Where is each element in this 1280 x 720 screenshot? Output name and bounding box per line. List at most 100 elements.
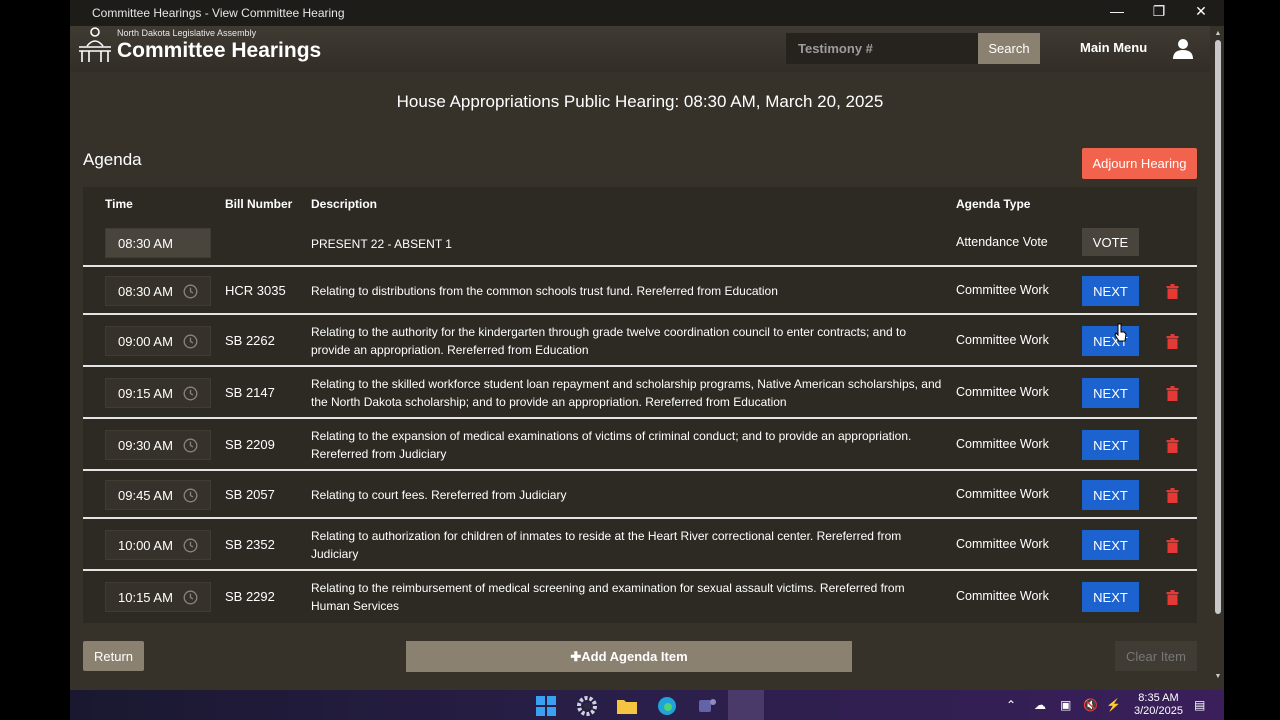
- clock-icon[interactable]: [183, 438, 198, 453]
- bill-number: SB 2057: [225, 487, 275, 502]
- file-explorer-icon[interactable]: [616, 695, 638, 717]
- bill-description: Relating to distributions from the commo…: [311, 284, 778, 298]
- clock-icon[interactable]: [183, 386, 198, 401]
- windows-start-icon[interactable]: [535, 695, 557, 717]
- agenda-type: Committee Work: [956, 333, 1049, 347]
- teams-icon[interactable]: [696, 695, 718, 717]
- vertical-scrollbar[interactable]: ▲ ▼: [1214, 30, 1222, 680]
- window-title: Committee Hearings - View Committee Hear…: [92, 6, 345, 20]
- agenda-row: 09:45 AM SB 2057 Relating to court fees. R…: [83, 469, 1197, 517]
- edge-browser-icon[interactable]: [656, 695, 678, 717]
- agenda-type: Committee Work: [956, 487, 1049, 501]
- notification-icon[interactable]: ▤: [1194, 698, 1205, 712]
- scroll-thumb[interactable]: [1215, 40, 1221, 614]
- agenda-type: Committee Work: [956, 283, 1049, 297]
- trash-icon[interactable]: [1166, 333, 1179, 349]
- window-titlebar: Committee Hearings - View Committee Hear…: [70, 0, 1224, 26]
- agenda-row: 09:30 AM SB 2209 Relating to the expansion…: [83, 417, 1197, 469]
- trash-icon[interactable]: [1166, 437, 1179, 453]
- next-button[interactable]: NEXT: [1082, 480, 1139, 510]
- main-menu-link[interactable]: Main Menu: [1080, 40, 1147, 55]
- time-field[interactable]: 08:30 AM: [105, 276, 211, 306]
- trash-icon[interactable]: [1166, 537, 1179, 553]
- scroll-up-icon[interactable]: ▲: [1214, 30, 1222, 37]
- committee-logo-icon: [79, 27, 111, 62]
- restore-icon[interactable]: ❐: [1150, 3, 1168, 20]
- return-button[interactable]: Return: [83, 641, 144, 671]
- org-name: North Dakota Legislative Assembly: [117, 28, 257, 38]
- time-value: 09:15 AM: [118, 385, 173, 401]
- time-field[interactable]: 10:15 AM: [105, 582, 211, 612]
- vote-button[interactable]: VOTE: [1082, 228, 1139, 256]
- agenda-type: Committee Work: [956, 589, 1049, 603]
- agenda-type: Committee Work: [956, 537, 1049, 551]
- bill-number: SB 2292: [225, 589, 275, 604]
- time-value: 08:30 AM: [118, 283, 173, 299]
- trash-icon[interactable]: [1166, 385, 1179, 401]
- next-button[interactable]: NEXT: [1082, 276, 1139, 306]
- testimony-search-input[interactable]: [786, 33, 978, 64]
- bill-number: SB 2209: [225, 437, 275, 452]
- volume-muted-icon[interactable]: 🔇: [1083, 698, 1098, 712]
- time-field[interactable]: 08:30 AM: [105, 228, 211, 258]
- clock-time: 8:35 AM: [1138, 692, 1179, 704]
- time-value: 10:15 AM: [118, 589, 173, 605]
- agenda-row: 10:00 AM SB 2352 Relating to authorization…: [83, 517, 1197, 569]
- agenda-row: 09:00 AM SB 2262 Relating to the authority…: [83, 313, 1197, 365]
- agenda-heading: Agenda: [83, 150, 142, 169]
- agenda-row: 08:30 AM HCR 3035 Relating to distribution…: [83, 265, 1197, 313]
- active-app-icon[interactable]: [728, 690, 764, 720]
- agenda-type: Committee Work: [956, 437, 1049, 451]
- add-agenda-item-label: Add Agenda Item: [581, 648, 688, 664]
- time-field[interactable]: 09:15 AM: [105, 378, 211, 408]
- bill-description: Relating to court fees. Rereferred from …: [311, 488, 567, 502]
- trash-icon[interactable]: [1166, 487, 1179, 503]
- agenda-table: Time Bill Number Description Agenda Type…: [83, 187, 1197, 623]
- search-button[interactable]: Search: [978, 33, 1040, 64]
- network-icon[interactable]: ☁: [1034, 698, 1046, 712]
- clock-icon[interactable]: [183, 334, 198, 349]
- next-button[interactable]: NEXT: [1082, 378, 1139, 408]
- hearing-title: House Appropriations Public Hearing: 08:…: [396, 92, 884, 111]
- battery-icon[interactable]: ⚡: [1106, 698, 1121, 712]
- clock-icon[interactable]: [183, 284, 198, 299]
- user-icon[interactable]: [1172, 37, 1194, 59]
- attendance-description: PRESENT 22 - ABSENT 1: [311, 237, 452, 251]
- clock-icon[interactable]: [183, 538, 198, 553]
- time-value: 10:00 AM: [118, 537, 173, 553]
- chevron-up-icon[interactable]: ⌃: [1006, 698, 1016, 712]
- col-header-time: Time: [105, 197, 133, 211]
- trash-icon[interactable]: [1166, 589, 1179, 605]
- clear-item-button: Clear Item: [1115, 641, 1197, 671]
- scroll-down-icon[interactable]: ▼: [1214, 673, 1222, 680]
- clock-icon[interactable]: [183, 488, 198, 503]
- agenda-row: 09:15 AM SB 2147 Relating to the skilled w…: [83, 365, 1197, 417]
- trash-icon[interactable]: [1166, 283, 1179, 299]
- bill-number: SB 2147: [225, 385, 275, 400]
- next-button[interactable]: NEXT: [1082, 326, 1139, 356]
- display-icon[interactable]: ▣: [1060, 698, 1071, 712]
- time-field[interactable]: 09:00 AM: [105, 326, 211, 356]
- agenda-type: Committee Work: [956, 385, 1049, 399]
- next-button[interactable]: NEXT: [1082, 530, 1139, 560]
- taskbar-clock[interactable]: 8:35 AM 3/20/2025: [1134, 692, 1183, 718]
- col-header-agenda-type: Agenda Type: [956, 197, 1031, 211]
- next-button[interactable]: NEXT: [1082, 430, 1139, 460]
- bill-number: SB 2262: [225, 333, 275, 348]
- app-window: Committee Hearings - View Committee Hear…: [70, 0, 1224, 690]
- bill-number: SB 2352: [225, 537, 275, 552]
- add-agenda-item-button[interactable]: ✚Add Agenda Item: [406, 641, 852, 672]
- next-button[interactable]: NEXT: [1082, 582, 1139, 612]
- adjourn-hearing-button[interactable]: Adjourn Hearing: [1082, 148, 1197, 179]
- settings-gear-icon[interactable]: [576, 695, 598, 717]
- app-header: North Dakota Legislative Assembly Commit…: [70, 26, 1210, 72]
- time-value: 08:30 AM: [118, 235, 173, 251]
- time-field[interactable]: 09:30 AM: [105, 430, 211, 460]
- close-icon[interactable]: ✕: [1192, 3, 1210, 20]
- minimize-icon[interactable]: —: [1108, 3, 1126, 20]
- plus-icon: ✚: [570, 648, 582, 664]
- time-value: 09:45 AM: [118, 487, 173, 503]
- clock-icon[interactable]: [183, 590, 198, 605]
- time-field[interactable]: 10:00 AM: [105, 530, 211, 560]
- time-field[interactable]: 09:45 AM: [105, 480, 211, 510]
